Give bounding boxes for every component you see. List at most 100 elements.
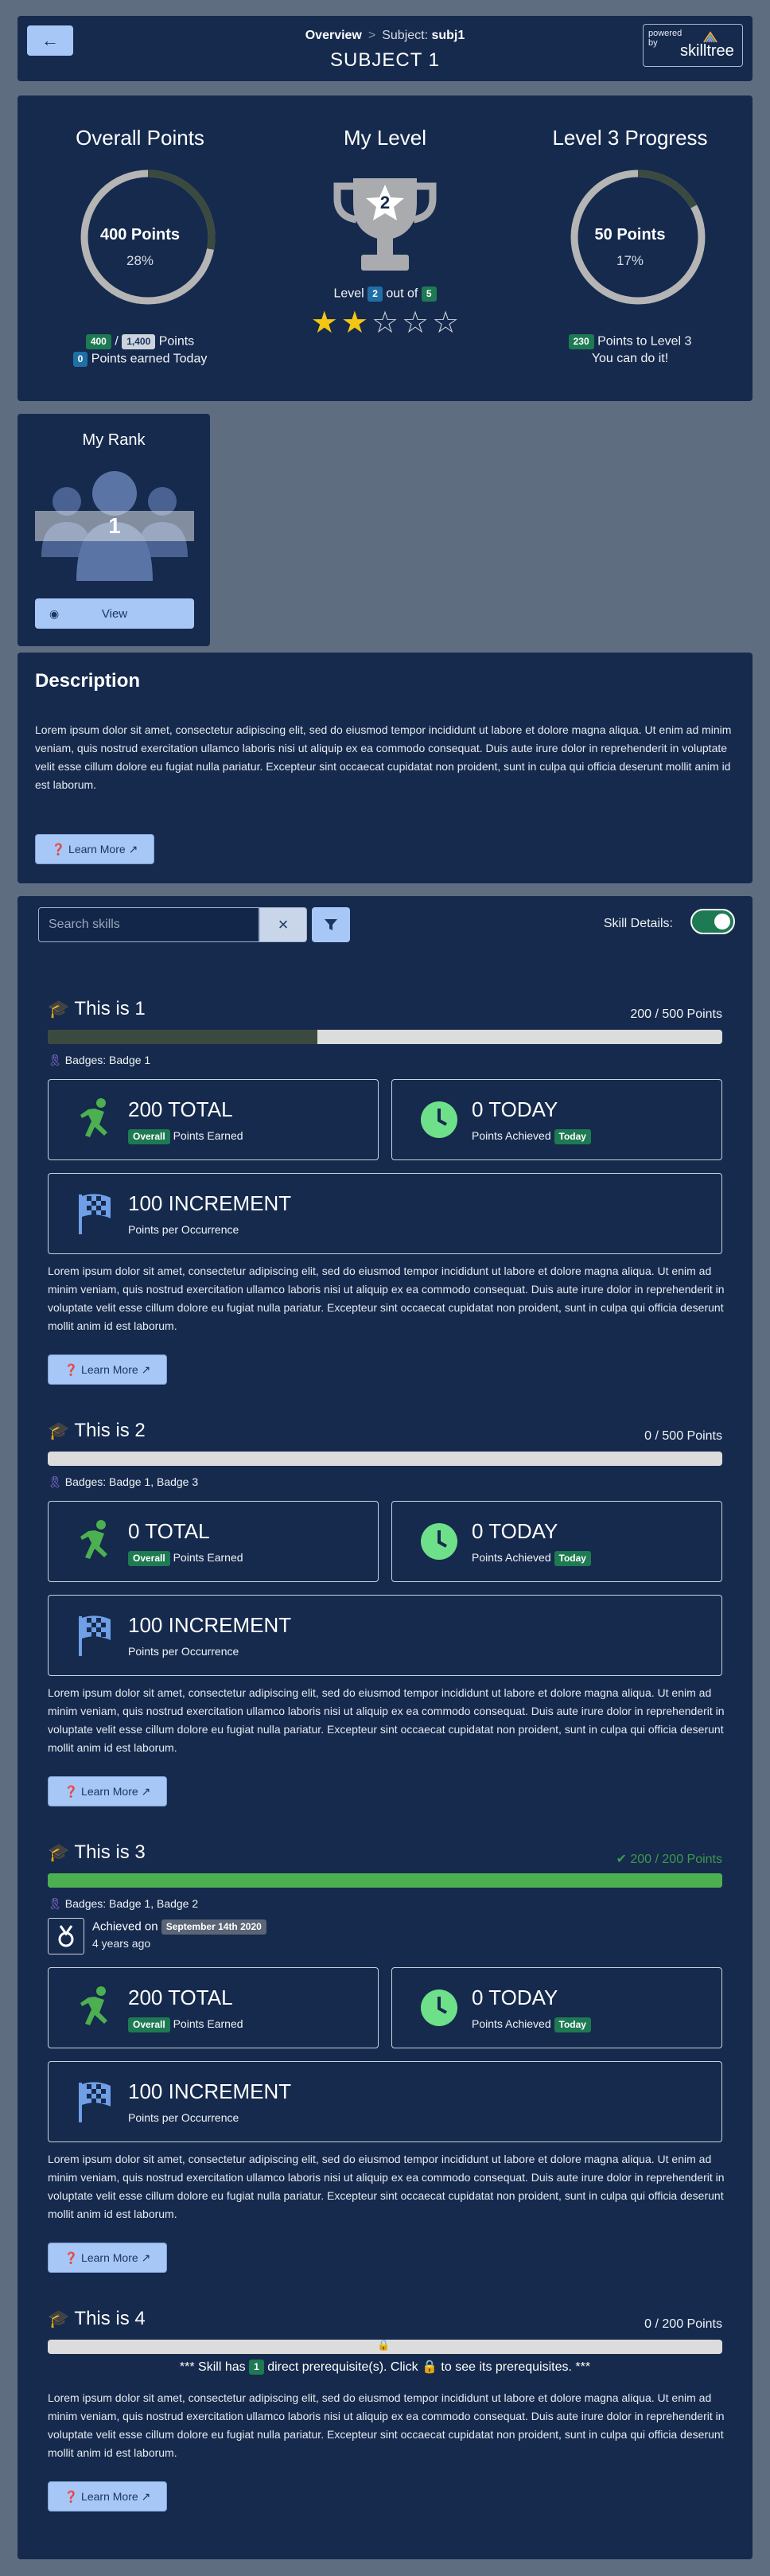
skill-points: 200 / 500 Points [630, 1007, 722, 1021]
skill-learn-more-button[interactable]: ❓ Learn More ↗ [48, 1776, 167, 1806]
skill-badges: 🎗 Badges: Badge 1, Badge 3 [48, 1475, 198, 1489]
achieved-line: Achieved on September 14th 2020 [92, 1919, 266, 1935]
points-to-level-badge: 230 [568, 334, 594, 349]
breadcrumb-subject-label: Subject: [382, 29, 429, 42]
filter-button[interactable] [312, 907, 350, 942]
graduation-cap-icon: 🎓 [48, 1421, 70, 1440]
increment-value: 100 INCREMENT [128, 1613, 292, 1637]
level-summary: Level 2 out of 5 [262, 286, 508, 302]
running-person-icon [80, 1520, 107, 1559]
rank-value: 1 [108, 513, 121, 538]
skill-description: Lorem ipsum dolor sit amet, consectetur … [48, 1265, 725, 1332]
close-icon: × [278, 914, 289, 934]
checkered-flag-icon [79, 1194, 111, 1234]
today-points-summary: 0 Points earned Today [18, 352, 262, 367]
star-empty-icon: ☆ [371, 306, 399, 340]
my-rank-title: My Rank [82, 431, 146, 449]
skill-description: Lorem ipsum dolor sit amet, consectetur … [48, 2391, 725, 2459]
today-points-label: Points Achieved [472, 2017, 551, 2031]
prerequisite-notice: *** Skill has 1 direct prerequisite(s). … [18, 2359, 752, 2375]
view-rank-button[interactable]: ◉ View [35, 598, 194, 629]
subject-overview: Overall Points 400 Points 28% 400 / 1,40… [18, 95, 752, 401]
skill-description: Lorem ipsum dolor sit amet, consectetur … [48, 1686, 725, 1754]
skill-title[interactable]: 🎓 This is 3 [48, 1841, 146, 1864]
overall-badge: Overall [128, 1129, 170, 1144]
question-circle-icon: ❓ [64, 1784, 79, 1798]
description-text: Lorem ipsum dolor sit amet, consectetur … [35, 723, 732, 791]
increment-value: 100 INCREMENT [128, 1191, 292, 1215]
my-level-title: My Level [343, 126, 427, 150]
level-stars: ★ ★ ☆ ☆ ☆ [262, 307, 508, 339]
star-filled-icon: ★ [310, 306, 338, 340]
overall-badge: Overall [128, 2017, 170, 2032]
checkered-flag-icon [79, 1615, 111, 1656]
overall-points-percent: 28% [126, 253, 154, 268]
level-progress-value: 50 Points [594, 226, 666, 244]
clock-icon [421, 1101, 457, 1138]
brand-name: skilltree [680, 42, 734, 60]
total-points-label: Points Earned [173, 2017, 243, 2031]
search-input[interactable]: Search skills [38, 907, 259, 942]
overall-badge: Overall [128, 1551, 170, 1566]
breadcrumb-overview[interactable]: Overview [305, 29, 362, 42]
subject-description-card: Description Lorem ipsum dolor sit amet, … [18, 653, 752, 883]
max-level-badge: 5 [421, 286, 437, 302]
external-link-icon: ↗ [141, 2251, 151, 2264]
total-points-sub: Overall Points Earned [128, 1129, 243, 1144]
skill-learn-more-button[interactable]: ❓ Learn More ↗ [48, 1354, 167, 1385]
check-icon: ✔ [616, 1853, 631, 1866]
increment-value: 100 INCREMENT [128, 2079, 292, 2103]
total-points-value: 0 TOTAL [128, 1519, 210, 1543]
skill-title-text: This is 4 [74, 2308, 146, 2329]
skill-progress-bar [48, 1873, 722, 1888]
skill-details-label: Skill Details: [603, 917, 673, 930]
total-points-value: 200 TOTAL [128, 1986, 233, 2009]
running-person-icon [80, 1098, 107, 1137]
award-icon: 🎗 [48, 1897, 62, 1910]
points-label: Points [158, 334, 195, 349]
level-progress-percent: 17% [616, 253, 644, 268]
skill-badges-text: Badges: Badge 1, Badge 3 [64, 1475, 199, 1488]
skill-progress-fill [48, 1030, 318, 1044]
overall-points-summary: 400 / 1,400 Points [18, 334, 262, 349]
increment-label: Points per Occurrence [128, 1645, 239, 1658]
eye-icon: ◉ [49, 606, 60, 620]
increment-label: Points per Occurrence [128, 2111, 239, 2124]
skill-title[interactable]: 🎓 This is 1 [48, 998, 146, 1020]
skill-title[interactable]: 🎓 This is 2 [48, 1420, 146, 1442]
level-badge: 2 [368, 286, 383, 302]
today-badge: Today [554, 2017, 591, 2032]
today-points-label: Points Achieved [472, 1129, 551, 1143]
skill-learn-more-button[interactable]: ❓ Learn More ↗ [48, 2481, 167, 2512]
total-points-card: 200 TOTAL Overall Points Earned [48, 1967, 379, 2048]
external-link-icon: ↗ [141, 2489, 151, 2503]
clear-search-button[interactable]: × [259, 907, 307, 942]
skill-points-text: 200 / 200 Points [630, 1853, 722, 1866]
skill-badges-text: Badges: Badge 1, Badge 2 [64, 1897, 199, 1910]
lock-icon: 🔒 [377, 2340, 391, 2351]
total-points-sub: Overall Points Earned [128, 1551, 243, 1566]
skill-details-toggle[interactable] [690, 909, 735, 934]
skill-badges-text: Badges: Badge 1 [64, 1054, 151, 1066]
lock-icon[interactable]: 🔒 [422, 2360, 438, 2374]
today-points-card: 0 TODAY Points Achieved Today [391, 1079, 722, 1160]
star-empty-icon: ☆ [402, 306, 430, 340]
description-learn-more-button[interactable]: ❓ Learn More ↗ [35, 834, 154, 864]
prereq-text-post: to see its prerequisites. *** [441, 2360, 591, 2374]
today-points-sub: Points Achieved Today [472, 1129, 591, 1144]
skill-learn-more-button[interactable]: ❓ Learn More ↗ [48, 2243, 167, 2273]
powered-by-logo[interactable]: powered by skilltree [643, 24, 743, 67]
total-points-sub: Overall Points Earned [128, 2017, 243, 2032]
skill-title-text: This is 1 [74, 998, 146, 1019]
skill-progress-fill [48, 1873, 722, 1888]
skills-panel: Search skills × Skill Details: 🎓 This is … [18, 896, 752, 2559]
question-circle-icon: ❓ [51, 842, 66, 855]
overall-points-title: Overall Points [76, 126, 204, 150]
award-icon: 🎗 [48, 1054, 62, 1066]
increment-label: Points per Occurrence [128, 1223, 239, 1236]
total-points-card: 0 TOTAL Overall Points Earned [48, 1501, 379, 1582]
points-to-level-summary: 230 Points to Level 3 [508, 334, 752, 349]
skill-title[interactable]: 🎓 This is 4 [48, 2308, 146, 2330]
powered-by-text: powered by [648, 29, 682, 48]
skill-title-text: This is 2 [74, 1420, 146, 1441]
